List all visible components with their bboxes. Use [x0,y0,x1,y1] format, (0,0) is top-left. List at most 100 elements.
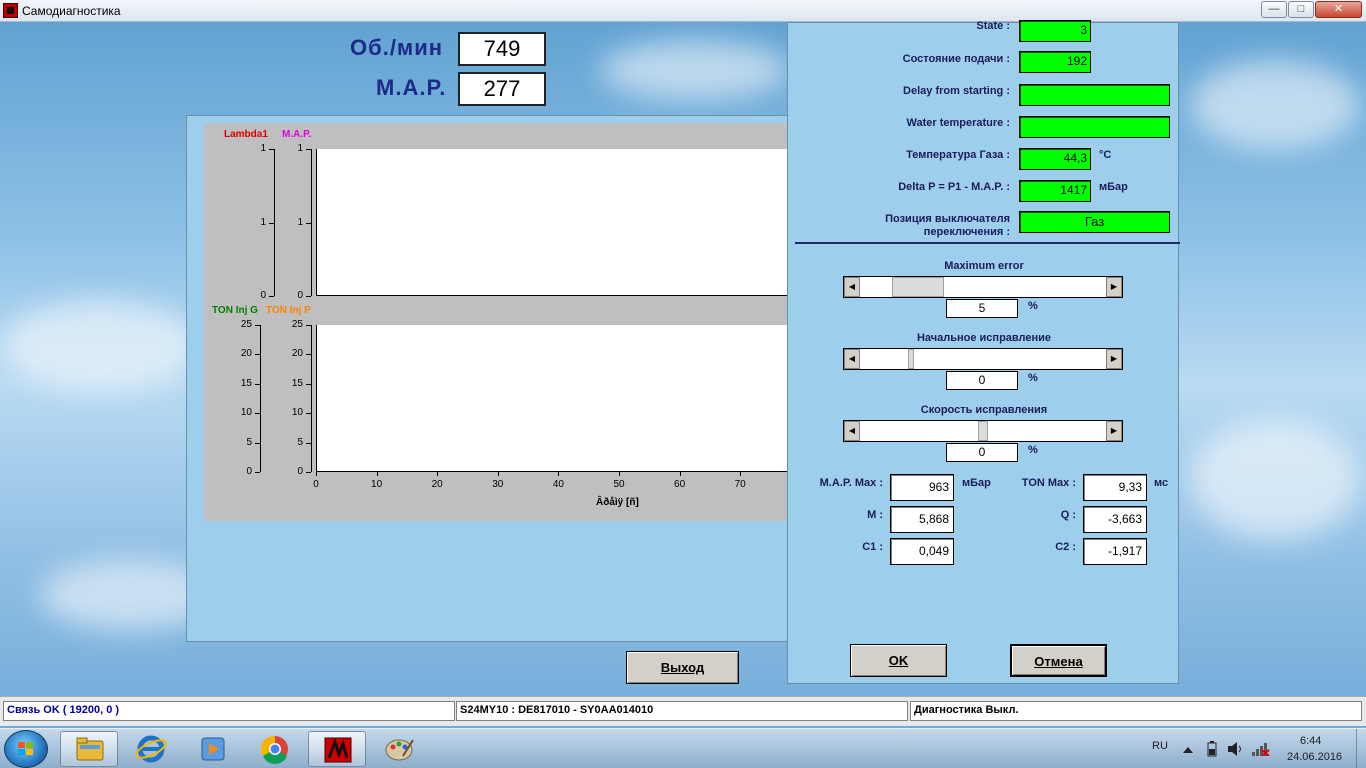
delay-from-starting-label: Delay from starting : [903,85,1010,97]
x-tick-label: 0 [313,479,319,490]
language-indicator[interactable]: RU [1152,740,1168,752]
gas-temperature-label: Температура Газа : [906,149,1010,161]
c2-label: C2 : [1055,541,1076,553]
ton-max-value[interactable]: 9,33 [1083,474,1147,501]
m-label: M : [867,509,883,521]
correction-speed-value[interactable]: 0 [946,443,1018,462]
max-error-value[interactable]: 5 [946,299,1018,318]
q-label: Q : [1060,509,1076,521]
x-tick-label: 60 [674,479,686,490]
bottom-axis-b-tick-mark [306,383,311,385]
top-axis-b-tick-label: 1 [297,216,303,228]
bottom-axis-a-tick-mark [255,413,260,415]
top-axis-b-tick-mark [306,149,311,150]
correction-speed-slider-thumb[interactable] [978,421,988,441]
initial-correction-slider[interactable]: ◀ ▶ [843,348,1123,370]
x-tick-mark [619,472,620,476]
ok-button[interactable]: OK [850,644,947,677]
volume-icon[interactable] [1228,742,1244,756]
bottom-axis-b-tick-label: 10 [291,407,303,419]
app-icon [3,3,18,18]
clock-date[interactable]: 24.06.2016 [1287,751,1342,763]
delay-from-starting-value [1019,84,1170,106]
scroll-left-icon[interactable]: ◀ [844,349,860,369]
rpm-value: 749 [458,32,546,66]
windows-logo-icon [18,742,34,756]
bottom-axis-a-tick-label: 10 [240,407,252,419]
bottom-axis-b [311,325,312,472]
water-temperature-label: Water temperature : [906,117,1010,129]
x-axis-title: Âðåìÿ [ñ] [596,497,639,508]
clock-time[interactable]: 6:44 [1300,735,1321,747]
state-label: State : [976,20,1010,32]
initial-correction-value[interactable]: 0 [946,371,1018,390]
initial-correction-slider-thumb[interactable] [908,349,914,369]
window-titlebar: Самодиагностика — □ ✕ [0,0,1366,22]
top-axis-a-tick-label: 1 [260,143,266,154]
window-title: Самодиагностика [22,4,121,18]
battery-icon[interactable] [1207,741,1217,757]
x-tick-label: 40 [552,479,564,490]
close-button[interactable]: ✕ [1315,1,1362,18]
bottom-axis-b-tick-label: 20 [291,348,303,360]
cancel-button[interactable]: Отмена [1010,644,1107,677]
map-max-label: M.A.P. Max : [819,477,883,489]
top-axis-b-tick-mark [306,222,311,224]
scroll-right-icon[interactable]: ▶ [1106,421,1122,441]
q-value[interactable]: -3,663 [1083,506,1147,533]
initial-correction-unit: % [1028,372,1038,384]
bottom-axis-a-tick-mark [255,383,260,385]
top-axis-b [311,149,312,296]
correction-speed-unit: % [1028,444,1038,456]
max-error-slider[interactable]: ◀ ▶ [843,276,1123,298]
x-tick-label: 10 [371,479,383,490]
background-cloud [1190,60,1360,150]
legend-map: M.A.P. [282,129,312,140]
graph-frame: Lambda1 M.A.P. 110110 TON Inj G TON Inj … [204,123,791,521]
gas-temperature-unit: °C [1099,149,1112,161]
bottom-axis-a-tick-mark [255,472,260,473]
bottom-axis-b-tick-mark [306,413,311,415]
exit-button[interactable]: Выход [626,651,739,684]
taskbar-paint[interactable] [370,731,428,767]
correction-speed-slider[interactable]: ◀ ▶ [843,420,1123,442]
c1-value[interactable]: 0,049 [890,538,954,565]
top-axis-a-tick-label: 1 [260,216,266,228]
scroll-right-icon[interactable]: ▶ [1106,349,1122,369]
taskbar-media[interactable] [184,731,242,767]
media-player-icon [201,737,225,761]
bottom-axis-b-tick-mark [306,472,311,473]
c2-value[interactable]: -1,917 [1083,538,1147,565]
map-max-value[interactable]: 963 [890,474,954,501]
top-axis-b-tick-label: 0 [297,290,303,301]
start-button[interactable] [4,730,48,768]
minimize-button[interactable]: — [1261,1,1287,18]
show-desktop-button[interactable] [1356,729,1366,768]
scroll-left-icon[interactable]: ◀ [844,421,860,441]
maximize-button[interactable]: □ [1288,1,1314,18]
max-error-title: Maximum error [944,260,1024,272]
ton-max-unit: мс [1154,477,1169,489]
max-error-slider-thumb[interactable] [892,277,944,297]
taskbar-chrome[interactable] [246,731,304,767]
bottom-axis-b-tick-label: 25 [291,319,303,330]
bottom-axis-b-tick-label: 5 [297,436,303,448]
legend-lambda1: Lambda1 [224,129,268,140]
bottom-axis-b-tick-mark [306,325,311,326]
taskbar-explorer[interactable] [60,731,118,767]
scroll-right-icon[interactable]: ▶ [1106,277,1122,297]
taskbar-diagnostic-app[interactable] [308,731,366,767]
top-axis-a-tick-mark [269,222,274,224]
network-icon[interactable] [1252,742,1270,756]
bottom-axis-a-tick-label: 20 [240,348,252,360]
scroll-left-icon[interactable]: ◀ [844,277,860,297]
taskbar-ie[interactable] [122,731,180,767]
x-tick-mark [679,472,681,476]
top-axis-a-tick-label: 0 [260,290,266,301]
taskbar: RU 6:44 24.06.2016 [0,728,1366,768]
gas-temperature-value: 44,3 [1019,148,1091,170]
top-axis-a [274,149,275,296]
m-value[interactable]: 5,868 [890,506,954,533]
show-hidden-icons-icon[interactable] [1183,745,1193,753]
x-tick-label: 30 [492,479,504,490]
